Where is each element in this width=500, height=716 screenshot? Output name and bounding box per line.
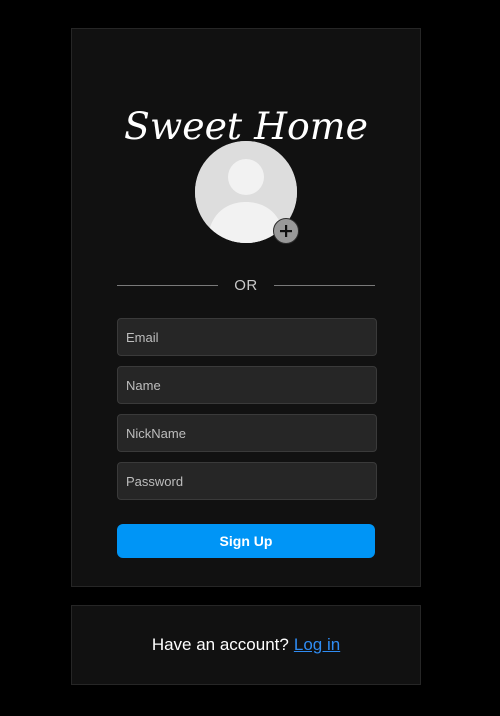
login-link[interactable]: Log in	[294, 635, 340, 655]
nickname-field[interactable]	[117, 414, 377, 452]
divider-line-left	[117, 284, 218, 286]
password-field[interactable]	[117, 462, 377, 500]
add-photo-button[interactable]	[273, 218, 299, 244]
divider-text: OR	[234, 276, 258, 294]
plus-icon	[280, 225, 292, 237]
divider-line-right	[274, 284, 375, 286]
or-divider: OR	[117, 275, 375, 295]
sign-up-button[interactable]: Sign Up	[117, 524, 375, 558]
login-card: Have an account? Log in	[71, 605, 421, 685]
signup-card: Sweet Home OR Sign Up	[71, 28, 421, 587]
login-prompt: Have an account?	[151, 635, 289, 654]
name-field[interactable]	[117, 366, 377, 404]
email-field[interactable]	[117, 318, 377, 356]
